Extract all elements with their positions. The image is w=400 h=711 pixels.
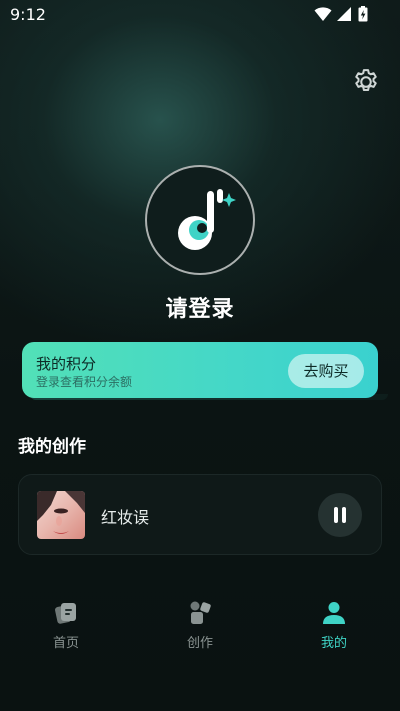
song-cover-image — [37, 491, 85, 539]
status-time: 9:12 — [10, 5, 46, 24]
pause-button[interactable] — [318, 493, 362, 537]
nav-label-home: 首页 — [52, 636, 79, 651]
settings-button[interactable] — [351, 67, 381, 97]
nav-label-create: 创作 — [186, 636, 213, 651]
nav-item-create[interactable]: 创作 — [160, 599, 240, 659]
song-title: 红妆误 — [101, 508, 150, 527]
wifi-icon — [314, 7, 332, 21]
bottom-nav: 首页 创作 我的 — [0, 585, 400, 665]
buy-button[interactable]: 去购买 — [288, 354, 364, 388]
app-logo-icon — [178, 189, 236, 250]
profile-screen: 9:12 请登录 我的积分 登录查看积分余额 去购买 我的创作 红妆误 首页 创… — [0, 0, 400, 711]
pause-icon — [334, 507, 338, 523]
creation-card[interactable]: 红妆误 — [18, 474, 382, 555]
section-title-creations: 我的创作 — [18, 437, 86, 457]
login-prompt[interactable]: 请登录 — [0, 291, 400, 323]
gear-icon — [355, 69, 377, 91]
points-title: 我的积分 — [36, 355, 97, 373]
avatar[interactable] — [145, 165, 255, 275]
home-icon — [55, 603, 76, 624]
battery-icon — [358, 6, 368, 22]
profile-icon — [323, 602, 345, 624]
nav-label-profile: 我的 — [320, 636, 347, 651]
points-subtitle: 登录查看积分余额 — [36, 375, 133, 389]
create-icon — [190, 601, 211, 624]
status-icons — [314, 6, 370, 22]
nav-item-home[interactable]: 首页 — [26, 599, 106, 659]
status-bar: 9:12 — [0, 0, 400, 28]
nav-item-profile[interactable]: 我的 — [294, 599, 374, 659]
points-card[interactable]: 我的积分 登录查看积分余额 去购买 — [22, 342, 378, 398]
pause-icon-bar — [342, 507, 346, 523]
signal-icon — [337, 7, 351, 21]
